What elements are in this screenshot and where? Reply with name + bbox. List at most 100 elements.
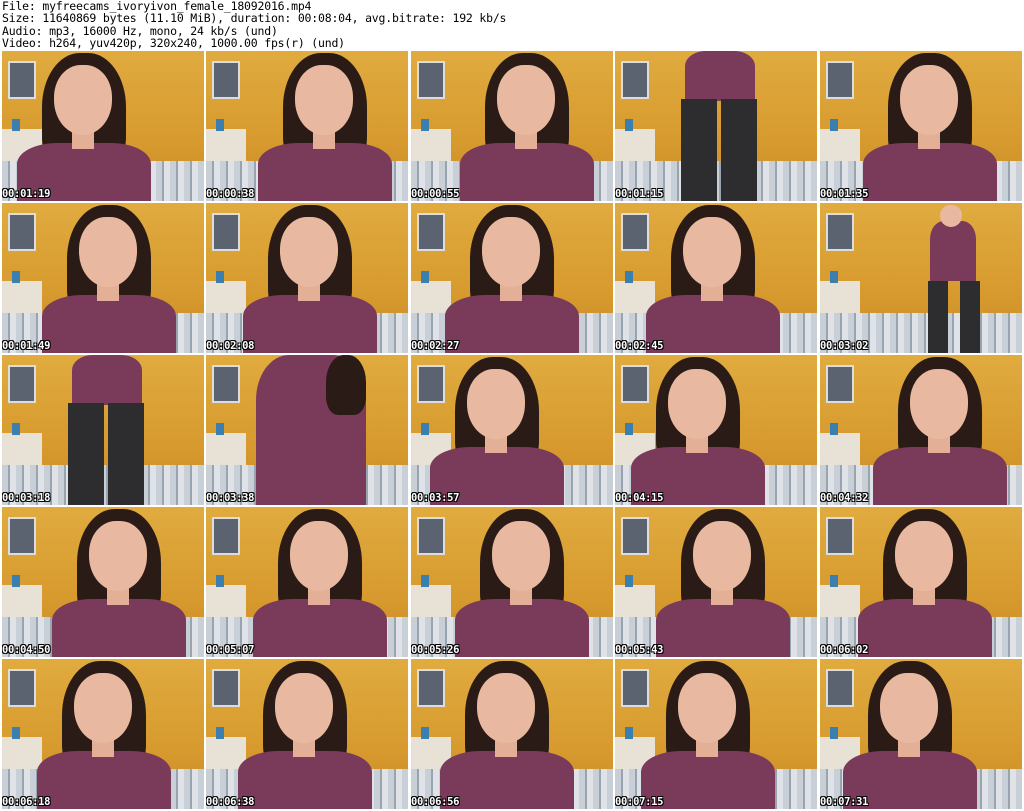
wall-poster — [826, 365, 854, 403]
face — [275, 673, 333, 743]
shelf — [206, 423, 246, 467]
face — [482, 217, 540, 287]
timestamp-label: 00:07:15 — [615, 796, 664, 808]
shirt — [460, 143, 594, 201]
face — [668, 369, 726, 439]
timestamp-label: 00:00:38 — [206, 188, 255, 200]
shirt — [656, 599, 790, 657]
timestamp-label: 00:05:26 — [411, 644, 460, 656]
video-thumbnail: 00:03:38 — [206, 355, 408, 505]
wall-poster — [417, 213, 445, 251]
shelf — [820, 271, 860, 315]
shelf — [615, 575, 655, 619]
video-thumbnail: 00:00:55 — [411, 51, 613, 201]
timestamp-label: 00:01:49 — [2, 340, 51, 352]
timestamp-label: 00:07:31 — [820, 796, 869, 808]
shirt — [243, 295, 377, 353]
shirt — [685, 51, 755, 101]
wall-poster — [826, 213, 854, 251]
shelf — [820, 423, 860, 467]
wall-poster — [621, 365, 649, 403]
shelf — [411, 271, 451, 315]
shelf — [206, 271, 246, 315]
shirt — [873, 447, 1007, 505]
timestamp-label: 00:05:43 — [615, 644, 664, 656]
shirt — [455, 599, 589, 657]
face — [895, 521, 953, 591]
timestamp-label: 00:03:38 — [206, 492, 255, 504]
timestamp-label: 00:01:15 — [615, 188, 664, 200]
face — [683, 217, 741, 287]
timestamp-label: 00:01:35 — [820, 188, 869, 200]
hair — [326, 355, 366, 415]
legs — [108, 403, 144, 505]
face — [467, 369, 525, 439]
face — [280, 217, 338, 287]
shirt — [858, 599, 992, 657]
timestamp-label: 00:02:27 — [411, 340, 460, 352]
face — [54, 65, 112, 135]
wall-poster — [417, 365, 445, 403]
shirt — [930, 221, 976, 281]
timestamp-label: 00:06:56 — [411, 796, 460, 808]
shirt — [440, 751, 574, 809]
face — [74, 673, 132, 743]
wall-poster — [621, 517, 649, 555]
video-thumbnail: 00:03:57 — [411, 355, 613, 505]
legs — [681, 99, 717, 201]
shirt — [238, 751, 372, 809]
wall-poster — [8, 213, 36, 251]
video-thumbnail: 00:02:27 — [411, 203, 613, 353]
video-thumbnail: 00:01:15 — [615, 51, 817, 201]
video-thumbnail: 00:04:50 — [2, 507, 204, 657]
file-size-line: Size: 11640869 bytes (11.10 MiB), durati… — [2, 11, 507, 26]
video-info-line: Video: h264, yuv420p, 320x240, 1000.00 f… — [2, 36, 345, 51]
wall-poster — [212, 517, 240, 555]
file-info-header: File: myfreecams_ivoryivon_female_180920… — [2, 0, 1022, 50]
video-thumbnail: 00:04:32 — [820, 355, 1022, 505]
timestamp-label: 00:03:18 — [2, 492, 51, 504]
shirt — [52, 599, 186, 657]
shelf — [2, 423, 42, 467]
shelf — [206, 119, 246, 163]
shelf — [2, 575, 42, 619]
face — [79, 217, 137, 287]
face — [678, 673, 736, 743]
video-thumbnail: 00:02:45 — [615, 203, 817, 353]
timestamp-label: 00:04:32 — [820, 492, 869, 504]
timestamp-label: 00:02:45 — [615, 340, 664, 352]
wall-poster — [621, 213, 649, 251]
face — [910, 369, 968, 439]
wall-poster — [212, 213, 240, 251]
wall-poster — [621, 669, 649, 707]
shirt — [863, 143, 997, 201]
legs — [721, 99, 757, 201]
face — [497, 65, 555, 135]
wall-poster — [8, 669, 36, 707]
legs — [928, 281, 948, 353]
wall-poster — [8, 365, 36, 403]
wall-poster — [826, 61, 854, 99]
face — [295, 65, 353, 135]
legs — [960, 281, 980, 353]
wall-poster — [212, 61, 240, 99]
face — [477, 673, 535, 743]
shelf — [2, 271, 42, 315]
video-thumbnail: 00:07:31 — [820, 659, 1022, 809]
wall-poster — [8, 61, 36, 99]
timestamp-label: 00:04:50 — [2, 644, 51, 656]
face — [900, 65, 958, 135]
timestamp-label: 00:03:02 — [820, 340, 869, 352]
shelf — [411, 119, 451, 163]
video-thumbnail: 00:04:15 — [615, 355, 817, 505]
thumbnail-grid: 00:01:19 00:00:38 00:00:55 00:01:15 00:01:35… — [2, 51, 1024, 809]
video-thumbnail: 00:00:38 — [206, 51, 408, 201]
shirt — [445, 295, 579, 353]
timestamp-label: 00:06:02 — [820, 644, 869, 656]
shirt — [42, 295, 176, 353]
video-thumbnail: 00:01:35 — [820, 51, 1022, 201]
legs — [68, 403, 104, 505]
face — [492, 521, 550, 591]
wall-poster — [621, 61, 649, 99]
video-thumbnail: 00:06:38 — [206, 659, 408, 809]
